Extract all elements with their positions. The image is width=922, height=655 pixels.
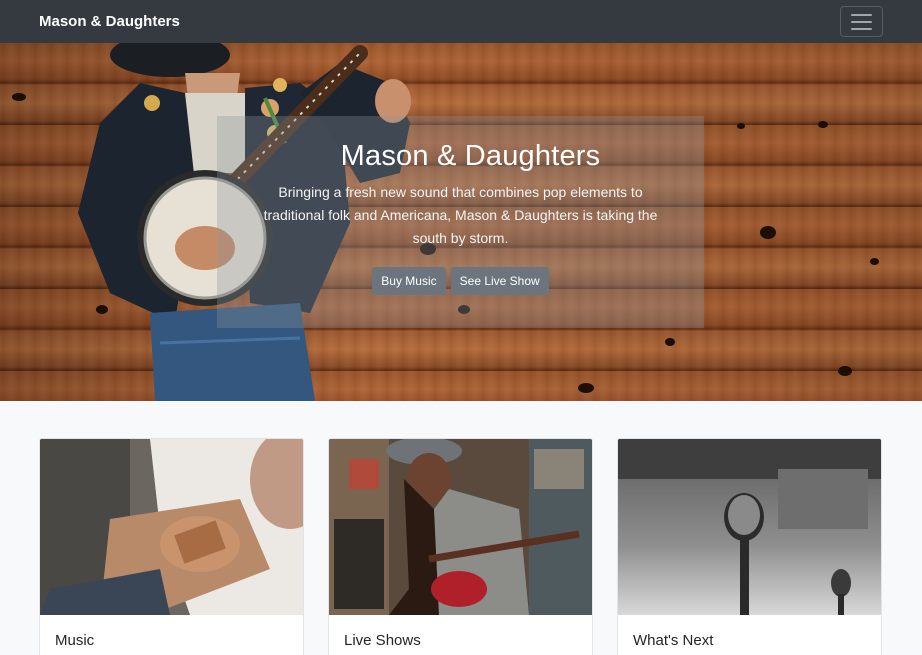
card-live-shows: Live Shows [328,438,593,655]
wood-knot [818,121,828,128]
guitarist-photo [40,439,303,615]
card-music: Music [39,438,304,655]
wood-knot [737,123,745,129]
hero-section: Mason & Daughters Bringing a fresh new s… [0,43,922,401]
card-title: What's Next [633,632,714,649]
buy-music-button[interactable]: Buy Music [372,267,446,295]
navbar-brand[interactable]: Mason & Daughters [39,13,180,30]
hero-button-group: Buy Music See Live Show [217,267,704,295]
wood-knot [578,383,594,393]
hamburger-icon-line [851,20,872,23]
wood-knot [760,226,776,239]
navbar-toggler-button[interactable] [840,6,883,37]
hamburger-icon [851,13,872,16]
wood-knot [665,338,675,346]
microphone-photo [618,439,881,615]
navbar: Mason & Daughters [0,0,922,43]
wood-knot [870,258,879,265]
woman-guitar-record-store-photo [329,439,592,615]
card-whats-next: What's Next [617,438,882,655]
hero-title: Mason & Daughters [340,140,601,172]
hero-description: Bringing a fresh new sound that combines… [263,184,658,246]
wood-knot [838,366,852,376]
card-title: Music [55,632,95,649]
card-title: Live Shows [344,632,421,649]
see-live-show-button[interactable]: See Live Show [450,267,549,295]
hero-overlay-panel: Mason & Daughters Bringing a fresh new s… [217,116,704,328]
hamburger-icon-line [851,27,872,30]
